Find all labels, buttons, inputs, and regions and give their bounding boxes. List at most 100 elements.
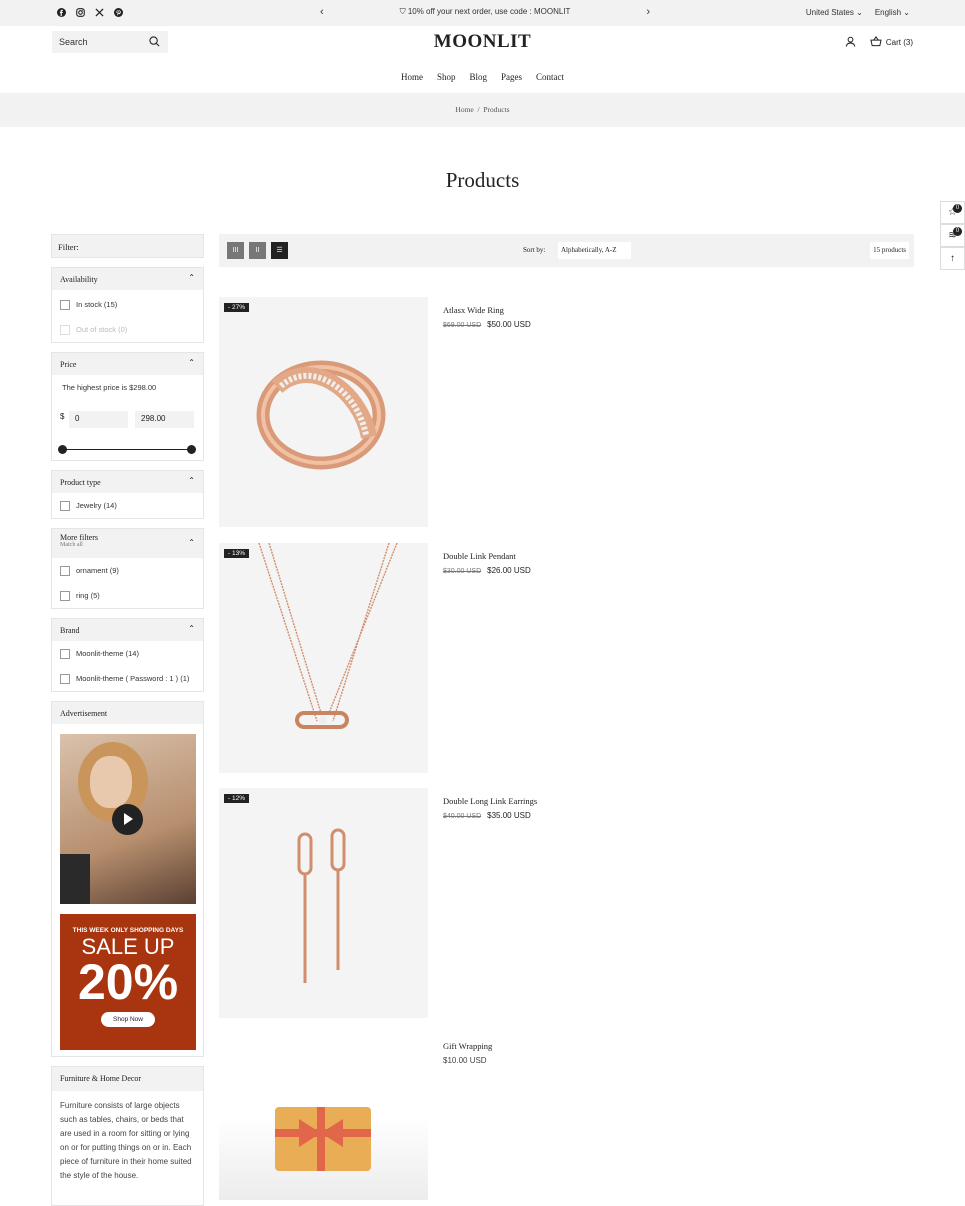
checkbox[interactable] — [60, 500, 70, 511]
price-min-input[interactable]: 0 — [69, 411, 128, 428]
nav-blog[interactable]: Blog — [470, 72, 488, 82]
chevron-up-icon: ⌃ — [188, 358, 195, 367]
nav-shop[interactable]: Shop — [437, 72, 456, 82]
checkbox[interactable] — [60, 590, 70, 601]
nav-home[interactable]: Home — [401, 72, 423, 82]
cart-label: Cart (3) — [885, 38, 913, 47]
list-view-icon[interactable]: ☰ — [271, 242, 288, 259]
country-selector[interactable]: United States ⌄ — [806, 8, 863, 17]
site-header: Search MOONLIT Cart (3) Home Shop Blog P… — [0, 26, 965, 94]
price-max-input[interactable]: 298.00 — [135, 411, 194, 428]
breadcrumb-home[interactable]: Home — [455, 105, 473, 114]
price-slider-track — [62, 449, 193, 450]
chevron-right-icon[interactable]: › — [646, 6, 650, 18]
site-logo[interactable]: MOONLIT — [0, 31, 965, 53]
old-price: $40.00 USD — [443, 813, 482, 820]
checkbox[interactable] — [60, 648, 70, 659]
filter-option[interactable]: ornament (9) — [52, 558, 203, 583]
floating-tools: ☆ 0 ≋ 0 ↑ — [940, 201, 965, 270]
grid-3-view-icon[interactable]: III — [227, 242, 244, 259]
breadcrumb: Home / Products — [0, 93, 965, 127]
option-label: Moonlit-theme ( Password : 1 ) (1) — [76, 674, 190, 683]
nav-pages[interactable]: Pages — [501, 72, 522, 82]
checkbox[interactable] — [60, 299, 70, 310]
checkbox[interactable] — [60, 565, 70, 576]
product-name[interactable]: Double Long Link Earrings — [443, 796, 537, 806]
back-to-top-button[interactable]: ↑ — [940, 247, 965, 270]
product-image[interactable]: - 27% — [219, 297, 428, 527]
option-label: Moonlit-theme (14) — [76, 649, 139, 658]
price-max-value: 298.00 — [141, 414, 166, 423]
product-price: $69.00 USD $50.00 USD — [443, 320, 531, 329]
regular-price: $10.00 USD — [443, 1056, 487, 1065]
product-type-header[interactable]: Product type ⌃ — [52, 471, 203, 493]
wishlist-button[interactable]: ☆ 0 — [940, 201, 965, 224]
price-title: Price — [60, 360, 77, 369]
availability-title: Availability — [60, 275, 98, 284]
play-button[interactable] — [112, 804, 143, 835]
product-card[interactable]: - 12% Double Long Link Earrings $40.00 U… — [219, 788, 914, 1018]
ad-video-thumbnail[interactable] — [60, 734, 196, 904]
main-nav: Home Shop Blog Pages Contact — [0, 72, 965, 82]
grid-2-view-icon[interactable]: II — [249, 242, 266, 259]
nav-contact[interactable]: Contact — [536, 72, 564, 82]
cart-button[interactable]: Cart (3) — [870, 36, 913, 49]
language-label: English — [874, 8, 902, 17]
discount-badge: - 13% — [224, 549, 249, 558]
currency-symbol: $ — [60, 412, 65, 421]
price-header[interactable]: Price ⌃ — [52, 353, 203, 375]
checkbox — [60, 324, 70, 335]
facebook-icon[interactable] — [57, 8, 66, 17]
filter-option[interactable]: Moonlit-theme ( Password : 1 ) (1) — [52, 666, 203, 691]
product-count: 15 products — [870, 242, 909, 259]
filter-option[interactable]: Jewelry (14) — [52, 493, 203, 518]
discount-badge: - 27% — [224, 303, 249, 312]
product-card[interactable]: - 13% Double Link Pendant $30.00 USD $26.… — [219, 543, 914, 773]
filter-option[interactable]: ring (5) — [52, 583, 203, 608]
chevron-left-icon[interactable]: ‹ — [320, 6, 324, 18]
checkbox[interactable] — [60, 673, 70, 684]
filter-option[interactable]: Moonlit-theme (14) — [52, 641, 203, 666]
availability-header[interactable]: Availability ⌃ — [52, 268, 203, 290]
product-image[interactable]: - 12% — [219, 788, 428, 1018]
product-image[interactable] — [219, 1033, 428, 1200]
instagram-icon[interactable] — [76, 8, 85, 17]
furniture-title: Furniture & Home Decor — [60, 1074, 142, 1083]
compare-count: 0 — [953, 227, 962, 236]
more-filters-header[interactable]: More filters Match all ⌃ — [52, 529, 203, 558]
product-name[interactable]: Double Link Pendant — [443, 551, 516, 561]
compare-button[interactable]: ≋ 0 — [940, 224, 965, 247]
furniture-header: Furniture & Home Decor — [52, 1067, 203, 1091]
language-selector[interactable]: English ⌄ — [875, 8, 910, 17]
brand-header[interactable]: Brand ⌃ — [52, 619, 203, 641]
chevron-down-icon: ⌄ — [903, 8, 910, 17]
discount-badge: - 12% — [224, 794, 249, 803]
advertisement-title: Advertisement — [60, 709, 108, 718]
price-min-value: 0 — [75, 414, 80, 423]
more-filters: More filters Match all ⌃ ornament (9) ri… — [51, 528, 204, 609]
product-image[interactable]: - 13% — [219, 543, 428, 773]
breadcrumb-separator: / — [477, 105, 480, 114]
filter-sidebar: Filter: Availability ⌃ In stock (15) Out … — [51, 234, 204, 1206]
sale-price: $26.00 USD — [487, 566, 531, 575]
banner-line-1: THIS WEEK ONLY SHOPPING DAYS — [72, 927, 184, 934]
sale-banner[interactable]: THIS WEEK ONLY SHOPPING DAYS SALE UP 20%… — [60, 914, 196, 1050]
price-slider-max-handle[interactable] — [187, 445, 196, 454]
product-name[interactable]: Gift Wrapping — [443, 1041, 492, 1051]
pinterest-icon[interactable] — [114, 8, 123, 17]
price-slider-min-handle[interactable] — [58, 445, 67, 454]
account-icon[interactable] — [845, 36, 856, 49]
product-type-filter: Product type ⌃ Jewelry (14) — [51, 470, 204, 519]
furniture-text: Furniture consists of large objects such… — [60, 1101, 192, 1180]
product-price: $30.00 USD $26.00 USD — [443, 566, 531, 575]
product-name[interactable]: Atlasx Wide Ring — [443, 305, 504, 315]
filter-option[interactable]: In stock (15) — [52, 292, 203, 317]
x-icon[interactable] — [95, 8, 104, 17]
locale-selectors: United States ⌄ English ⌄ — [806, 8, 910, 17]
price-filter: Price ⌃ The highest price is $298.00 $ 0 … — [51, 352, 204, 461]
product-card[interactable]: - 27% Atlasx Wide Ring $69.00 USD $50.00 … — [219, 297, 914, 527]
sort-select[interactable]: Alphabetically, A-Z — [558, 242, 631, 259]
sale-price: $35.00 USD — [487, 811, 531, 820]
shop-now-button[interactable]: Shop Now — [101, 1012, 155, 1027]
product-card[interactable]: Gift Wrapping $10.00 USD — [219, 1033, 914, 1200]
